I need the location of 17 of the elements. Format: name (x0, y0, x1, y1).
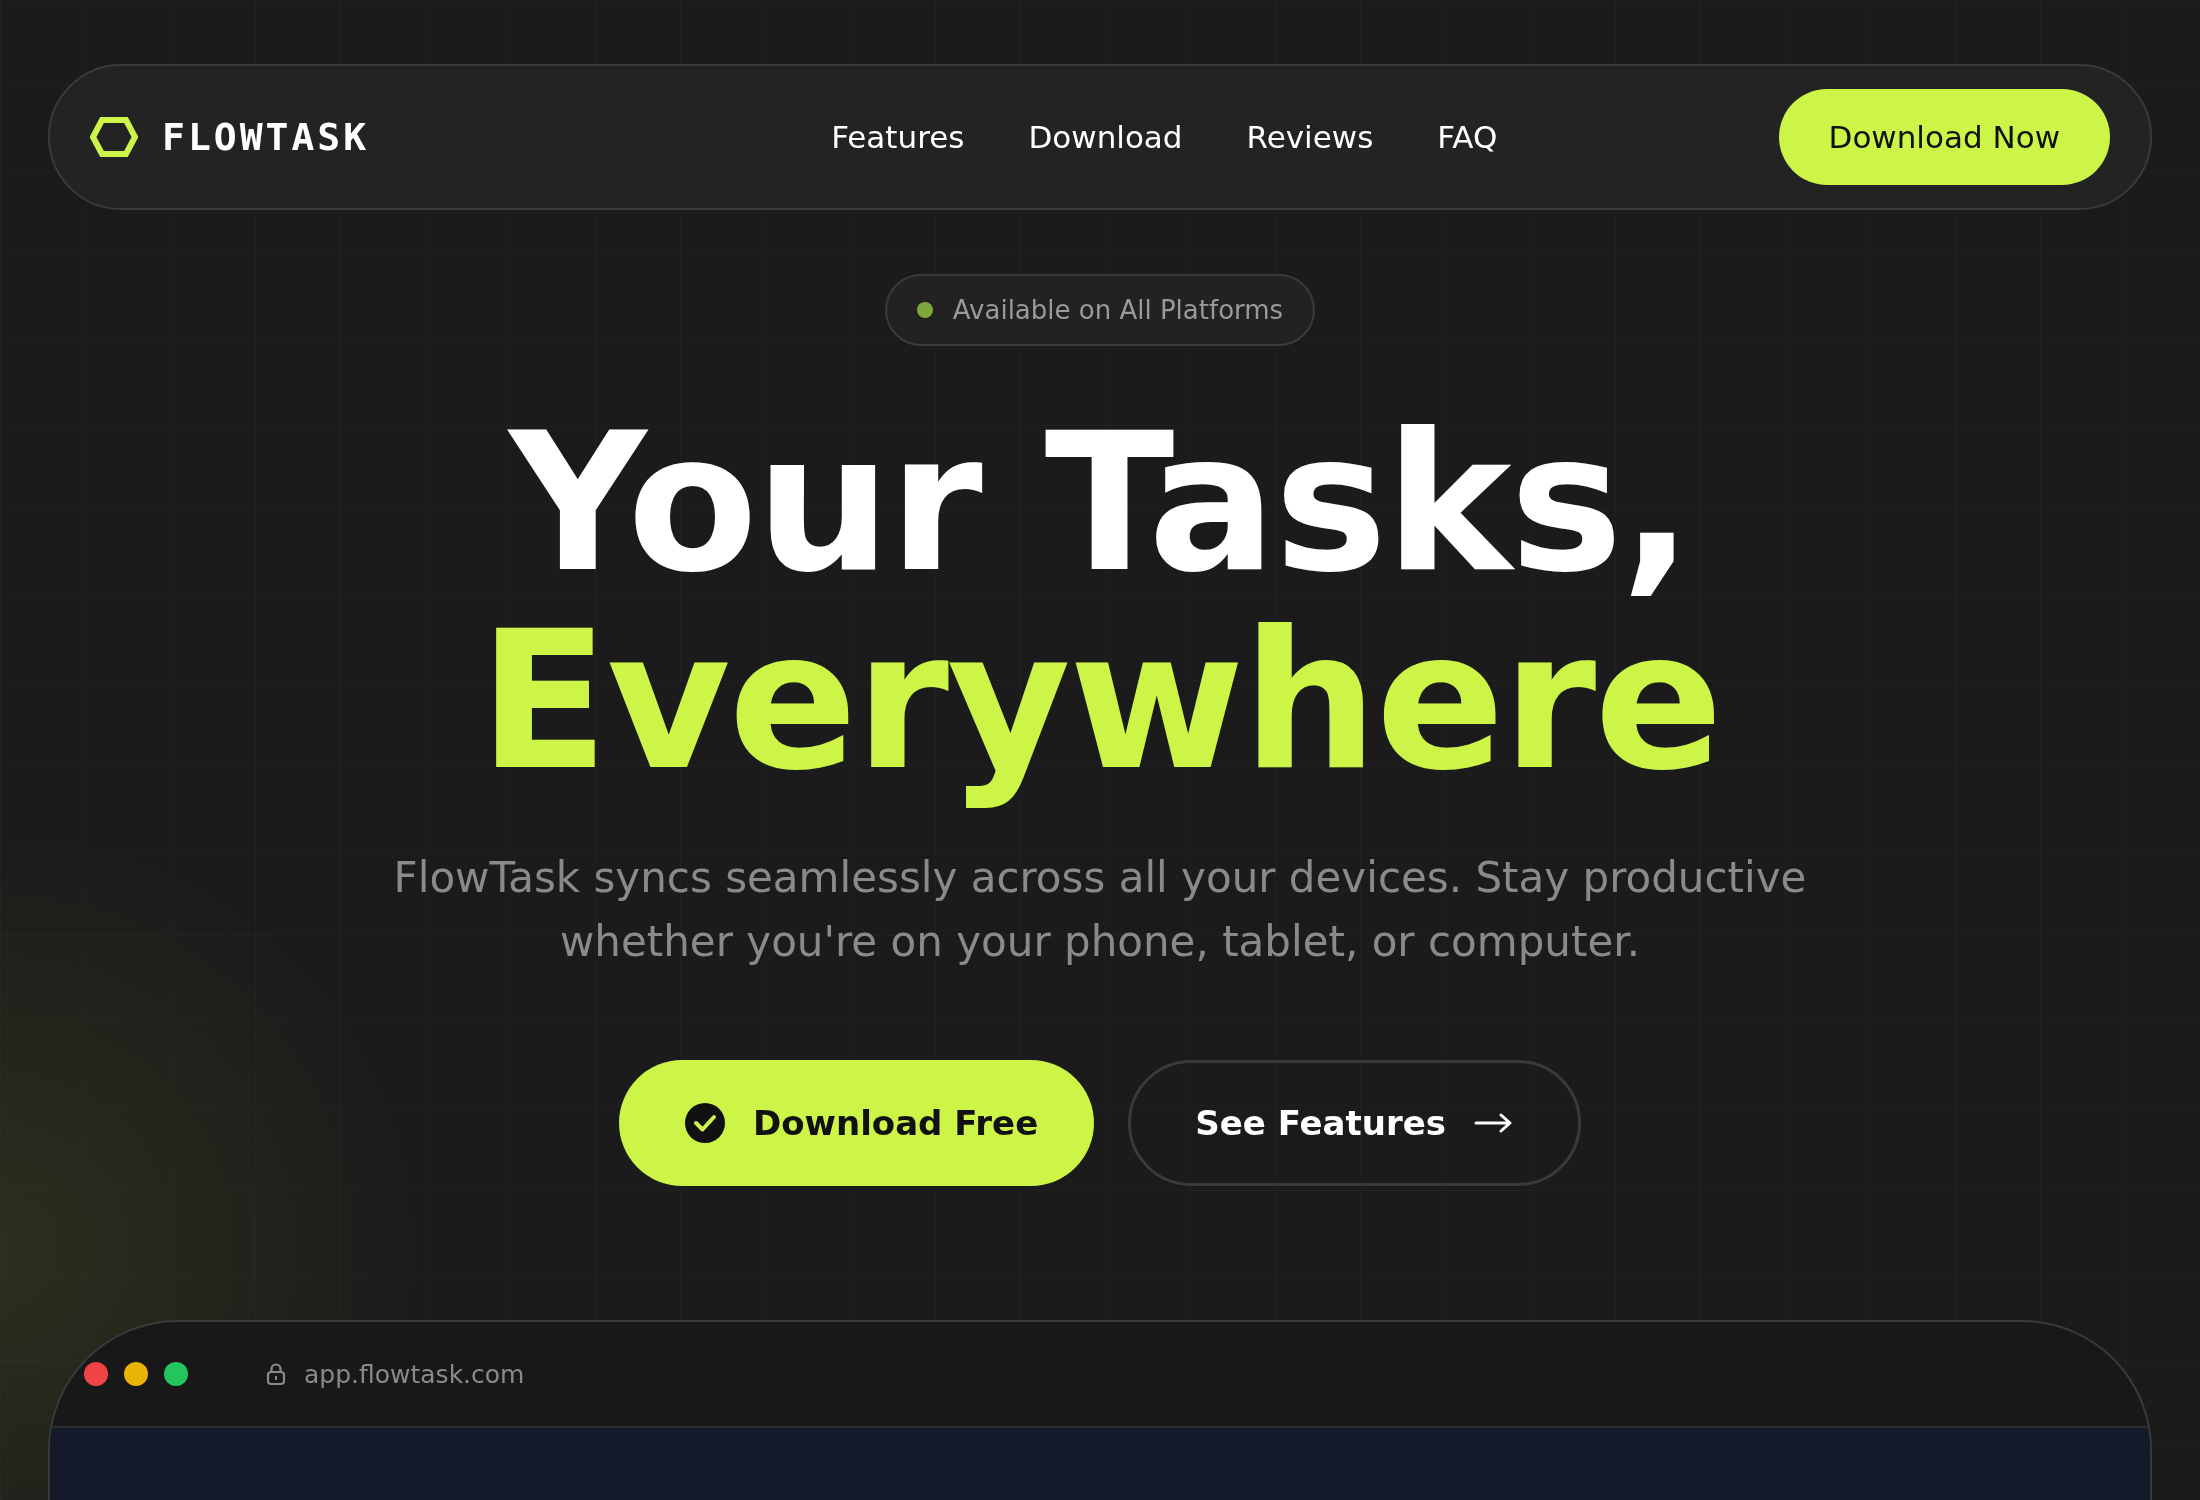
brand-name: FLOWTASK (162, 115, 370, 159)
nav-link[interactable]: Reviews (1246, 119, 1374, 155)
badge-text: Available on All Platforms (952, 295, 1284, 325)
lock-icon (266, 1362, 286, 1386)
hexagon-logo-icon (90, 117, 138, 157)
window-control-dot[interactable] (164, 1362, 188, 1386)
see-features-button[interactable]: See Features (1128, 1060, 1582, 1186)
hero-subtitle: FlowTask syncs seamlessly across all your devices. Stay productive whether you're on your phone, tablet, or computer. (392, 852, 1808, 968)
check-circle-icon (684, 1103, 725, 1143)
window-control-dot[interactable] (84, 1362, 108, 1386)
download-now-button[interactable]: Download Now (1778, 89, 2110, 185)
nav-link[interactable]: FAQ (1437, 119, 1498, 155)
nav-link[interactable]: Download (1028, 119, 1183, 155)
url-text: app.flowtask.com (304, 1359, 525, 1389)
window-control-dot[interactable] (124, 1362, 148, 1386)
download-free-button[interactable]: Download Free (618, 1060, 1095, 1186)
nav-link[interactable]: Features (831, 119, 965, 155)
